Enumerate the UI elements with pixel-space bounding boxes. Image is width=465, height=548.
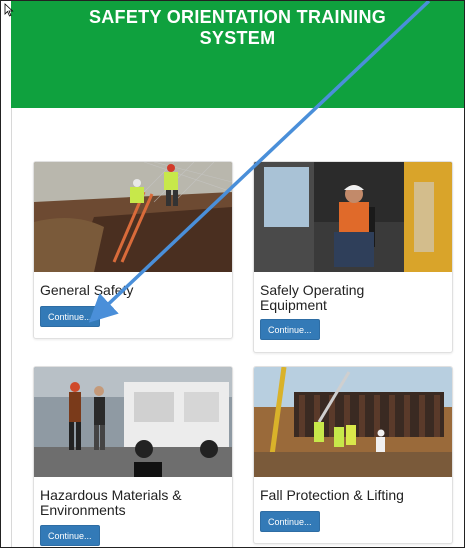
module-title: General Safety <box>40 282 134 298</box>
module-card-hazardous-materials: Hazardous Materials & Environments Conti… <box>33 366 233 547</box>
equipment-operator-photo <box>254 162 452 272</box>
module-title-line1: Safely Operating <box>260 282 365 298</box>
continue-button-fall-protection[interactable]: Continue... <box>260 511 320 532</box>
module-grid: General Safety Continue... Safely Operat… <box>11 108 464 547</box>
app-header: SAFETY ORIENTATION TRAINING SYSTEM <box>11 1 464 108</box>
page-title-line1: SAFETY ORIENTATION TRAINING <box>88 7 387 27</box>
construction-site-photo <box>254 367 452 477</box>
mouse-pointer-icon <box>4 3 14 17</box>
module-title: Safely Operating Equipment <box>260 283 364 313</box>
module-card-general-safety: General Safety Continue... <box>33 161 233 339</box>
module-title-line2: Equipment <box>260 297 327 313</box>
continue-button-safely-operating-equipment[interactable]: Continue... <box>260 319 320 340</box>
module-card-safely-operating-equipment: Safely Operating Equipment Continue... <box>253 161 453 353</box>
trench-workers-photo <box>34 162 232 272</box>
continue-button-hazardous-materials[interactable]: Continue... <box>40 525 100 546</box>
page-title: SAFETY ORIENTATION TRAINING SYSTEM <box>11 7 464 49</box>
module-title-line2: Environments <box>40 502 126 518</box>
continue-button-general-safety[interactable]: Continue... <box>40 306 100 327</box>
utility-truck-photo <box>34 367 232 477</box>
module-title: Hazardous Materials & Environments <box>40 488 182 518</box>
page-title-line2: SYSTEM <box>199 28 276 48</box>
module-card-fall-protection: Fall Protection & Lifting Continue... <box>253 366 453 544</box>
app-window: SAFETY ORIENTATION TRAINING SYSTEM Gener… <box>0 0 465 548</box>
module-title-line1: Hazardous Materials & <box>40 487 182 503</box>
module-title: Fall Protection & Lifting <box>260 487 404 503</box>
